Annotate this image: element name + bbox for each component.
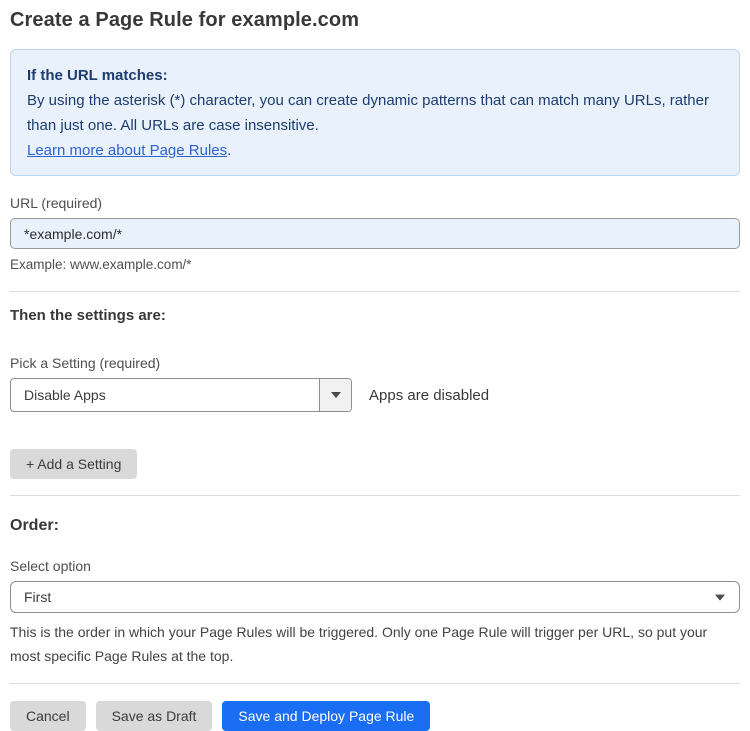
cancel-button[interactable]: Cancel bbox=[10, 701, 86, 731]
url-match-info-box: If the URL matches: By using the asteris… bbox=[10, 49, 740, 176]
order-select-value: First bbox=[24, 589, 52, 605]
page-title: Create a Page Rule for example.com bbox=[10, 9, 360, 31]
info-box-heading: If the URL matches: bbox=[27, 67, 168, 84]
setting-select[interactable]: Disable Apps bbox=[10, 378, 352, 412]
link-period: . bbox=[227, 142, 232, 159]
setting-select-value: Disable Apps bbox=[24, 387, 106, 403]
caret-down-icon bbox=[715, 594, 725, 601]
divider bbox=[10, 683, 740, 684]
info-box-body: By using the asterisk (*) character, you… bbox=[27, 92, 709, 134]
divider bbox=[10, 495, 740, 496]
order-helper-text: This is the order in which your Page Rul… bbox=[10, 624, 708, 664]
order-select-label: Select option bbox=[10, 558, 91, 574]
pick-setting-label: Pick a Setting (required) bbox=[10, 355, 161, 371]
info-box-link-line: Learn more about Page Rules. bbox=[27, 138, 723, 163]
url-example-helper: Example: www.example.com/* bbox=[10, 257, 192, 272]
setting-status-text: Apps are disabled bbox=[369, 386, 490, 404]
learn-more-link[interactable]: Learn more about Page Rules bbox=[27, 142, 227, 159]
save-deploy-button[interactable]: Save and Deploy Page Rule bbox=[222, 701, 431, 731]
caret-down-icon bbox=[330, 392, 341, 398]
url-field-label: URL (required) bbox=[10, 195, 103, 211]
add-setting-button[interactable]: + Add a Setting bbox=[10, 449, 138, 479]
settings-section-heading: Then the settings are: bbox=[10, 307, 166, 324]
setting-select-arrow-button[interactable] bbox=[319, 379, 351, 411]
order-select[interactable]: First bbox=[10, 581, 740, 613]
save-draft-button[interactable]: Save as Draft bbox=[95, 701, 213, 731]
order-section-heading: Order: bbox=[10, 517, 59, 534]
action-button-row: Cancel Save as Draft Save and Deploy Pag… bbox=[10, 701, 740, 731]
url-input[interactable] bbox=[10, 218, 740, 249]
divider bbox=[10, 291, 740, 292]
setting-row: Disable Apps Apps are disabled bbox=[10, 378, 740, 412]
